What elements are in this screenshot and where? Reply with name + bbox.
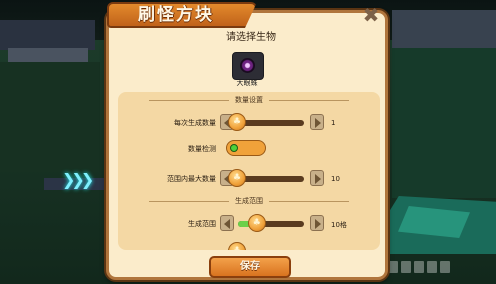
increase-max-in-range-button[interactable] — [310, 170, 324, 186]
next-slider-knob[interactable]: ♣ — [228, 242, 246, 250]
right-grass-block — [392, 48, 496, 198]
decrease-spawn-range-button[interactable] — [220, 215, 234, 231]
max-in-range-label: 范围内最大数量 — [167, 175, 216, 183]
quantity-check-toggle[interactable] — [226, 140, 266, 156]
max-in-range-slider-knob[interactable]: ♣ — [228, 169, 246, 187]
spawn-range-slider-knob[interactable]: ♣ — [247, 214, 266, 232]
max-in-range-slider-track[interactable] — [238, 176, 304, 182]
close-icon[interactable]: ✖ — [360, 4, 382, 26]
direction-arrows-icon: ❯❯❯ — [62, 170, 94, 189]
spawn-count-slider-track[interactable] — [238, 120, 304, 126]
increase-spawn-count-button[interactable] — [310, 114, 324, 130]
max-in-range-value: 10 — [331, 175, 340, 183]
creature-slot[interactable] — [232, 52, 264, 80]
quantity-check-label: 数量检测 — [188, 145, 216, 153]
watermark-logo — [388, 258, 474, 276]
save-button[interactable]: 保存 — [209, 256, 291, 278]
arrow-right-icon — [315, 118, 321, 128]
section-title-quantity: 数量设置 — [118, 95, 380, 105]
toggle-on-indicator — [230, 144, 238, 152]
settings-panel: 数量设置 每次生成数量 ♣ 1 数量检测 范围内最大数量 ♣ 10 生成范围 生… — [118, 92, 380, 250]
select-creature-heading: 请选择生物 — [226, 32, 276, 43]
spawn-count-slider-knob[interactable]: ♣ — [228, 113, 246, 131]
right-building-roof — [392, 10, 496, 50]
increase-spawn-range-button[interactable] — [310, 215, 324, 231]
section-title-range: 生成范围 — [118, 196, 380, 206]
spawn-count-label: 每次生成数量 — [174, 119, 216, 127]
one-eyed-creature-icon — [240, 58, 255, 73]
spawn-count-value: 1 — [331, 119, 336, 127]
arrow-left-icon — [224, 219, 230, 229]
dialog-title: 刷怪方块 — [138, 5, 214, 25]
spawn-range-value: 10格 — [331, 221, 347, 229]
arrow-right-icon — [315, 174, 321, 184]
left-grass-block — [0, 62, 100, 172]
spawn-range-label: 生成范围 — [188, 220, 216, 228]
arrow-right-icon — [315, 219, 321, 229]
creature-name: 大眼蛛 — [236, 79, 258, 87]
left-building-roof — [0, 20, 95, 50]
